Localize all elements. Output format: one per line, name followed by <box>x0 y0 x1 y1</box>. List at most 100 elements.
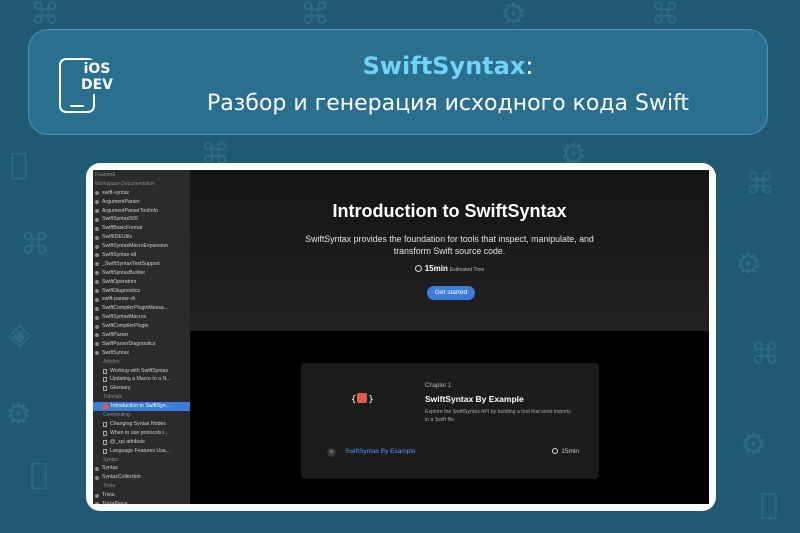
sidebar-item-label: SyntaxCollection <box>102 474 141 481</box>
sidebar-item[interactable]: @_spi attribute <box>93 438 190 447</box>
sidebar-section-header: Workspace Documentation <box>93 180 190 189</box>
banner-title-accent: SwiftSyntax <box>362 52 526 80</box>
sidebar-item-label: SwiftDiagnostics <box>102 287 141 294</box>
sidebar-section-header: Articles <box>93 358 190 367</box>
module-icon <box>95 253 99 258</box>
gear-icon: ⚙ <box>740 427 767 462</box>
estimated-time: 15min Estimated Time <box>190 264 709 273</box>
chapter-title: SwiftSyntax By Example <box>425 394 524 404</box>
sidebar-item-label: Articles <box>103 358 120 365</box>
document-icon <box>103 448 107 454</box>
module-icon <box>95 271 99 276</box>
sidebar-item-label: SwiftCompilerPlugin <box>102 323 149 330</box>
sidebar-item[interactable]: SwiftSyntax-all <box>93 251 190 260</box>
sidebar-item-label: SwiftParser <box>102 332 129 339</box>
module-icon <box>95 217 99 222</box>
chapter-time-value: 15min <box>561 448 579 455</box>
sidebar-item-label: swift-parser-cli <box>102 296 136 303</box>
sidebar-section-header: Trivia <box>93 482 190 491</box>
sidebar-item[interactable]: TriviaPiece <box>93 500 190 504</box>
title-banner: iOS DEV SwiftSyntax: Разбор и генерация … <box>28 29 768 135</box>
sidebar-item[interactable]: SwiftIDEUtils <box>93 233 190 242</box>
sidebar-item-label: SwiftSyntaxBuilder <box>102 269 146 276</box>
sidebar-item[interactable]: Updating a Macro to a N... <box>93 375 190 384</box>
sidebar-item-label: SwiftSyntax-all <box>102 252 137 259</box>
sidebar-item[interactable]: Syntax <box>93 464 190 473</box>
sidebar-item[interactable]: SwiftCompilerPlugin <box>93 322 190 331</box>
hero-title: Introduction to SwiftSyntax <box>332 201 567 221</box>
sidebar-item[interactable]: SwiftOperators <box>93 278 190 287</box>
module-icon <box>95 466 99 471</box>
sidebar-item[interactable]: Introduction to SwiftSyn... <box>93 402 190 412</box>
sidebar-item-label: Working with SwiftSyntax <box>110 367 169 374</box>
chapter-card: {} Chapter 1 SwiftSyntax By Example Expl… <box>301 363 599 479</box>
get-started-button[interactable]: Get started <box>427 286 475 300</box>
command-icon: ⌘ <box>750 337 780 372</box>
document-icon <box>103 430 107 436</box>
sidebar-item-label: Syntax <box>102 465 118 472</box>
sidebar-item-label: SwiftSyntaxMacros <box>102 314 147 321</box>
sidebar-item[interactable]: When to use protocols i... <box>93 429 190 438</box>
sidebar-item-label: SwiftParserDiagnostics <box>102 340 156 347</box>
estimated-time-value: 15min <box>424 264 448 273</box>
sidebar-item[interactable]: Language Features Usa... <box>93 447 190 456</box>
module-icon <box>95 226 99 231</box>
module-icon <box>95 324 99 329</box>
sidebar-item-label: Featured <box>95 172 116 178</box>
apple-icon:  <box>30 460 48 490</box>
sidebar-item[interactable]: SwiftSyntax <box>93 349 190 358</box>
sidebar-item-label: When to use protocols i... <box>110 429 169 436</box>
sidebar-item[interactable]: SwiftBasicFormat <box>93 224 190 233</box>
sidebar-item-label: swift-syntax <box>102 189 130 196</box>
sidebar-item-label: Workspace Documentation <box>95 180 155 187</box>
sidebar-item-label: Introduction to SwiftSyn... <box>111 403 170 410</box>
sidebar-item[interactable]: SwiftParser <box>93 331 190 340</box>
sidebar-item[interactable]: Trivia <box>93 491 190 500</box>
sidebar-item[interactable]: SwiftSyntax509 <box>93 215 190 224</box>
command-icon: ⌘ <box>745 167 775 202</box>
module-icon <box>95 351 99 356</box>
sidebar-item[interactable]: SwiftSyntaxBuilder <box>93 269 190 278</box>
banner-subtitle: Разбор и генерация исходного кода Swift <box>206 91 690 116</box>
module-icon <box>95 297 99 302</box>
swift-braces-icon: {} <box>351 393 374 405</box>
module-icon <box>95 191 99 196</box>
chapter-number: Chapter 1 <box>425 383 452 389</box>
sidebar-item[interactable]: Working with SwiftSyntax <box>93 367 190 376</box>
sidebar-section-header: Featured <box>93 171 190 180</box>
module-icon <box>95 306 99 311</box>
sidebar-item[interactable]: _SwiftSyntaxTestSupport <box>93 260 190 269</box>
sidebar-item[interactable]: ArgumentParser <box>93 198 190 207</box>
module-icon <box>95 342 99 347</box>
sidebar-item-label: SwiftIDEUtils <box>102 234 132 241</box>
sidebar-item[interactable]: SwiftCompilerPluginMessa... <box>93 304 190 313</box>
main-content: Introduction to SwiftSyntax SwiftSyntax … <box>190 170 709 504</box>
estimated-time-caption: Estimated Time <box>449 267 485 273</box>
sidebar-item-label: SwiftBasicFormat <box>102 225 143 232</box>
sidebar-item[interactable]: SwiftDiagnostics <box>93 287 190 296</box>
screenshot-frame: Featured Workspace Documentation swift-syn… <box>86 163 716 511</box>
sidebar-item[interactable]: ArgumentParserToolInfo <box>93 207 190 216</box>
module-icon <box>95 209 99 213</box>
sidebar-item[interactable]: SwiftSyntaxMacros <box>93 313 190 322</box>
sidebar-item-label: SwiftSyntax509 <box>102 216 138 223</box>
apple-icon:  <box>10 150 28 180</box>
sidebar-item-label: _SwiftSyntaxTestSupport <box>102 260 160 267</box>
sidebar-item[interactable]: SwiftSyntaxMacroExpansion <box>93 242 190 251</box>
sidebar-item[interactable]: SyntaxCollection <box>93 473 190 482</box>
tutorial-icon <box>103 404 108 410</box>
gear-icon: ⚙ <box>735 247 762 282</box>
gear-icon: ⚙ <box>500 0 527 32</box>
sidebar-item[interactable]: swift-syntax <box>93 189 190 198</box>
sidebar-item[interactable]: swift-parser-cli <box>93 295 190 304</box>
chapter-description: Explore the SwiftSyntax API by building … <box>425 409 571 423</box>
module-icon <box>95 315 99 320</box>
sidebar-item-label: SwiftCompilerPluginMessa... <box>102 305 169 312</box>
chapter-link[interactable]: SwiftSyntax By Example <box>345 448 415 455</box>
module-icon <box>95 333 99 338</box>
sidebar-item[interactable]: SwiftParserDiagnostics <box>93 340 190 349</box>
sidebar-section-header: Syntax <box>93 456 190 465</box>
sidebar-item[interactable]: Glossary <box>93 384 190 393</box>
sidebar-item[interactable]: Changing Syntax Nodes <box>93 420 190 429</box>
module-icon <box>95 475 99 480</box>
